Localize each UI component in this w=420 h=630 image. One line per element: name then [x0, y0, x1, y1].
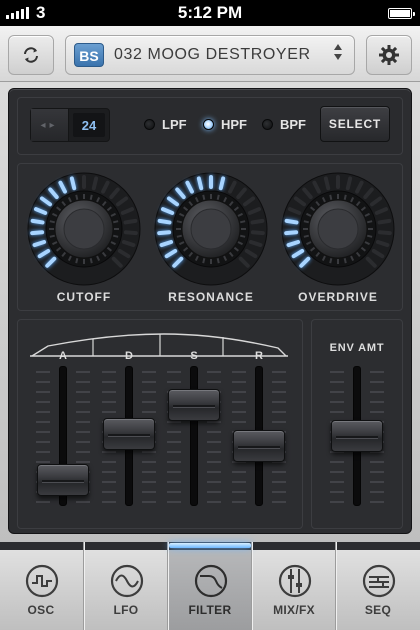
knob-led-segment-lit [30, 218, 45, 225]
led-indicator-icon [203, 119, 214, 130]
status-time: 5:12 PM [177, 3, 243, 22]
decay-fader[interactable] [100, 366, 158, 526]
filter-curve-icon [194, 564, 228, 598]
slope-stepper[interactable]: ◂▸ 24 [30, 108, 110, 142]
knob-led-segment-lit [218, 176, 226, 191]
led-indicator-icon [262, 119, 273, 130]
knob-led-segment-lit [284, 230, 299, 236]
sequencer-icon [362, 564, 396, 598]
refresh-icon [24, 47, 38, 63]
resonance-knob[interactable]: RESONANCE [152, 170, 270, 310]
sine-wave-icon [110, 564, 144, 598]
knob-led-segment [377, 230, 392, 236]
fader-handle[interactable] [331, 420, 383, 452]
tab-osc[interactable]: OSC [0, 542, 84, 630]
knob-led-segment-lit [30, 230, 45, 236]
select-button[interactable]: SELECT [320, 106, 390, 142]
fader-track[interactable] [190, 366, 198, 506]
sustain-label: S [190, 350, 198, 362]
knob-led-segment-lit [157, 230, 172, 236]
knob-led-segment-lit [196, 176, 204, 191]
cutoff-knob-dial[interactable] [25, 170, 143, 288]
knob-led-segment-lit [69, 176, 77, 191]
filter-type-label: BPF [280, 117, 306, 132]
filter-type-label: LPF [162, 117, 187, 132]
preset-toolbar: BS 032 MOOG DESTROYER [0, 26, 420, 82]
filter-type-row: ◂▸ 24 LPF HPF BPF SELECT [17, 97, 403, 155]
fader-handle[interactable] [168, 389, 220, 421]
envelope-section: A D S R [17, 319, 303, 529]
tab-label: SEQ [364, 603, 392, 617]
gear-icon [379, 45, 399, 65]
battery-icon [388, 8, 415, 19]
tab-mixfx[interactable]: MIX/FX [252, 542, 336, 630]
tab-label: FILTER [188, 603, 232, 617]
filter-type-lpf[interactable]: LPF [144, 117, 187, 132]
knob-led-segment [91, 176, 99, 191]
up-down-arrows-icon [334, 44, 342, 60]
tab-filter[interactable]: FILTER [168, 542, 252, 630]
knob-label: RESONANCE [168, 290, 254, 304]
fader-handle[interactable] [103, 418, 155, 450]
knob-led-segment [250, 230, 265, 236]
active-tab-indicator [169, 543, 251, 548]
tab-seq[interactable]: SEQ [336, 542, 420, 630]
envelope-shape-icon [30, 333, 288, 357]
knob-led-segment-lit [157, 218, 172, 225]
release-fader[interactable] [230, 366, 288, 526]
filter-type-label: HPF [221, 117, 247, 132]
slope-value: 24 [73, 113, 105, 137]
tab-lfo[interactable]: LFO [84, 542, 168, 630]
knob-led-segment-lit [284, 218, 299, 225]
knob-led-segment [123, 218, 138, 225]
knob-led-segment [123, 230, 138, 236]
resonance-knob-dial[interactable] [152, 170, 270, 288]
knob-led-segment [250, 218, 265, 225]
filter-page: ◂▸ 24 LPF HPF BPF SELECT CUTOFF RESONANC… [0, 82, 420, 542]
overdrive-knob-dial[interactable] [279, 170, 397, 288]
knob-led-segment [377, 218, 392, 225]
sustain-fader[interactable] [165, 366, 223, 526]
filter-type-hpf[interactable]: HPF [203, 117, 247, 132]
sync-button[interactable] [8, 35, 54, 75]
led-indicator-icon [144, 119, 155, 130]
overdrive-knob[interactable]: OVERDRIVE [279, 170, 397, 310]
cutoff-knob[interactable]: CUTOFF [25, 170, 143, 310]
knob-led-segment [323, 176, 331, 191]
filter-type-bpf[interactable]: BPF [262, 117, 306, 132]
tab-bar: OSC LFO FILTER MIX/FX SEQ [0, 542, 420, 630]
filter-panel: ◂▸ 24 LPF HPF BPF SELECT CUTOFF RESONANC… [8, 88, 412, 534]
tab-label: MIX/FX [273, 603, 315, 617]
tab-label: LFO [113, 603, 139, 617]
fader-handle[interactable] [37, 464, 89, 496]
status-bar: 3 5:12 PM [0, 0, 420, 26]
env-amt-fader[interactable] [328, 366, 386, 526]
env-amount-section: ENV AMT [311, 319, 403, 529]
mixer-icon [278, 564, 312, 598]
oscillator-wave-icon [25, 564, 59, 598]
env-amt-label: ENV AMT [329, 342, 385, 354]
settings-button[interactable] [366, 35, 412, 75]
knob-row: CUTOFF RESONANCE OVERDRIVE [17, 163, 403, 311]
preset-category-badge: BS [74, 43, 104, 67]
knob-label: OVERDRIVE [298, 290, 378, 304]
fader-handle[interactable] [233, 430, 285, 462]
tab-label: OSC [27, 603, 55, 617]
decay-label: D [125, 350, 133, 362]
preset-selector[interactable]: BS 032 MOOG DESTROYER [65, 35, 355, 75]
attack-label: A [59, 350, 67, 362]
left-right-arrows-icon[interactable]: ◂▸ [31, 109, 69, 141]
knob-label: CUTOFF [56, 290, 112, 304]
preset-name: 032 MOOG DESTROYER [114, 46, 311, 63]
release-label: R [255, 350, 263, 362]
attack-fader[interactable] [34, 366, 92, 526]
knob-led-segment [345, 176, 353, 191]
